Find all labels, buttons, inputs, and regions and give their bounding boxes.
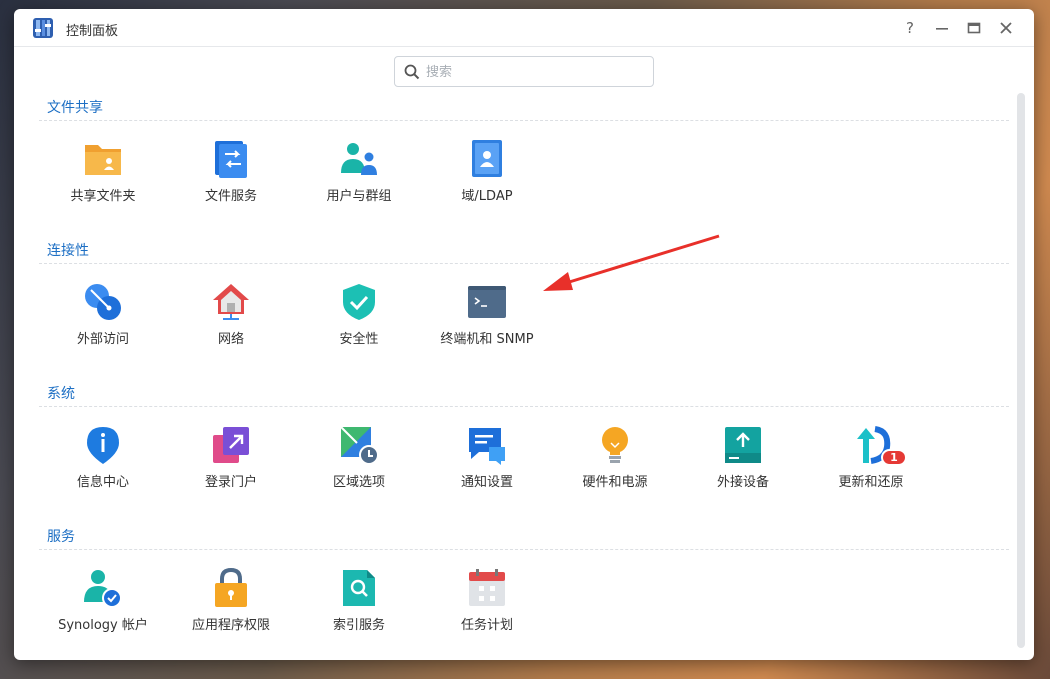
maximize-icon bbox=[967, 22, 981, 34]
help-icon: ? bbox=[906, 19, 914, 37]
info-center-icon bbox=[87, 427, 119, 464]
item-synology-account[interactable]: Synology 帐户 bbox=[39, 568, 167, 660]
maximize-button[interactable] bbox=[964, 18, 984, 38]
synology-account-icon bbox=[84, 570, 122, 608]
control-panel-app-icon bbox=[33, 18, 53, 38]
minimize-icon bbox=[936, 28, 948, 30]
login-portal-icon bbox=[213, 427, 249, 463]
update-badge: 1 bbox=[881, 449, 907, 466]
item-security[interactable]: 安全性 bbox=[295, 282, 423, 382]
item-label: 用户与群组 bbox=[326, 189, 392, 204]
item-task-scheduler[interactable]: 任务计划 bbox=[423, 568, 551, 660]
item-external-devices[interactable]: 外接设备 bbox=[679, 425, 807, 525]
section-title-services: 服务 bbox=[47, 529, 75, 545]
section-title-system: 系统 bbox=[47, 386, 75, 402]
item-label: 硬件和电源 bbox=[582, 475, 648, 490]
section-title-file-sharing: 文件共享 bbox=[47, 100, 103, 116]
minimize-button[interactable] bbox=[932, 18, 952, 38]
item-app-privileges[interactable]: 应用程序权限 bbox=[167, 568, 295, 660]
search-icon bbox=[404, 64, 420, 80]
item-regional-options[interactable]: 区域选项 bbox=[295, 425, 423, 525]
item-label: 安全性 bbox=[339, 332, 379, 347]
app-privileges-icon bbox=[215, 568, 247, 607]
item-label: 外部访问 bbox=[76, 332, 129, 347]
item-notification[interactable]: 通知设置 bbox=[423, 425, 551, 525]
item-label: 应用程序权限 bbox=[191, 618, 270, 633]
shared-folder-icon bbox=[85, 145, 121, 175]
indexing-service-icon bbox=[343, 570, 375, 606]
item-label: 网络 bbox=[217, 332, 244, 347]
external-devices-icon bbox=[725, 427, 761, 463]
search-box[interactable] bbox=[394, 56, 654, 87]
section-title-connectivity: 连接性 bbox=[47, 243, 89, 259]
item-external-access[interactable]: 外部访问 bbox=[39, 282, 167, 382]
terminal-icon bbox=[468, 286, 506, 318]
help-button[interactable]: ? bbox=[900, 18, 920, 38]
item-label: 外接设备 bbox=[716, 475, 769, 490]
item-indexing-service[interactable]: 索引服务 bbox=[295, 568, 423, 660]
item-terminal-snmp[interactable]: 终端机和 SNMP bbox=[423, 282, 551, 382]
close-button[interactable] bbox=[996, 18, 1016, 38]
security-shield-icon bbox=[343, 284, 375, 320]
item-hardware-power[interactable]: 硬件和电源 bbox=[551, 425, 679, 525]
item-label: 区域选项 bbox=[332, 475, 385, 490]
item-file-services[interactable]: 文件服务 bbox=[167, 139, 295, 239]
item-label: 信息中心 bbox=[76, 475, 129, 490]
control-panel-window: 控制面板 ? 文件共享 共享文件夹 bbox=[14, 9, 1034, 660]
item-domain-ldap[interactable]: 域/LDAP bbox=[423, 139, 551, 239]
hardware-power-icon bbox=[602, 427, 628, 463]
item-label: 任务计划 bbox=[460, 618, 513, 633]
update-badge-count: 1 bbox=[890, 451, 898, 464]
item-label: 共享文件夹 bbox=[70, 189, 136, 204]
regional-options-icon bbox=[340, 426, 379, 465]
scrollbar[interactable] bbox=[1017, 93, 1025, 648]
item-shared-folder[interactable]: 共享文件夹 bbox=[39, 139, 167, 239]
item-network[interactable]: 网络 bbox=[167, 282, 295, 382]
item-label: 更新和还原 bbox=[838, 475, 904, 490]
close-icon bbox=[1000, 22, 1012, 34]
title-bar[interactable]: 控制面板 ? bbox=[14, 9, 1034, 47]
section-divider bbox=[39, 263, 1009, 264]
section-divider bbox=[39, 406, 1009, 407]
user-group-icon bbox=[341, 143, 377, 175]
item-user-group[interactable]: 用户与群组 bbox=[295, 139, 423, 239]
section-divider bbox=[39, 120, 1009, 121]
file-services-icon bbox=[215, 141, 247, 178]
external-access-icon bbox=[85, 284, 121, 320]
task-scheduler-icon bbox=[469, 569, 505, 606]
section-divider bbox=[39, 549, 1009, 550]
window-title: 控制面板 bbox=[66, 24, 119, 39]
item-label: Synology 帐户 bbox=[58, 618, 148, 633]
network-icon bbox=[213, 284, 249, 320]
item-label: 终端机和 SNMP bbox=[440, 332, 534, 347]
item-info-center[interactable]: 信息中心 bbox=[39, 425, 167, 525]
item-login-portal[interactable]: 登录门户 bbox=[167, 425, 295, 525]
item-update-restore[interactable]: 1 更新和还原 bbox=[807, 425, 935, 525]
item-label: 索引服务 bbox=[332, 618, 385, 633]
item-label: 登录门户 bbox=[204, 475, 257, 490]
search-input[interactable] bbox=[426, 61, 646, 83]
item-label: 通知设置 bbox=[460, 475, 513, 490]
notification-icon bbox=[469, 428, 505, 465]
item-label: 域/LDAP bbox=[461, 189, 513, 204]
item-label: 文件服务 bbox=[204, 189, 257, 204]
domain-ldap-icon bbox=[472, 140, 502, 177]
